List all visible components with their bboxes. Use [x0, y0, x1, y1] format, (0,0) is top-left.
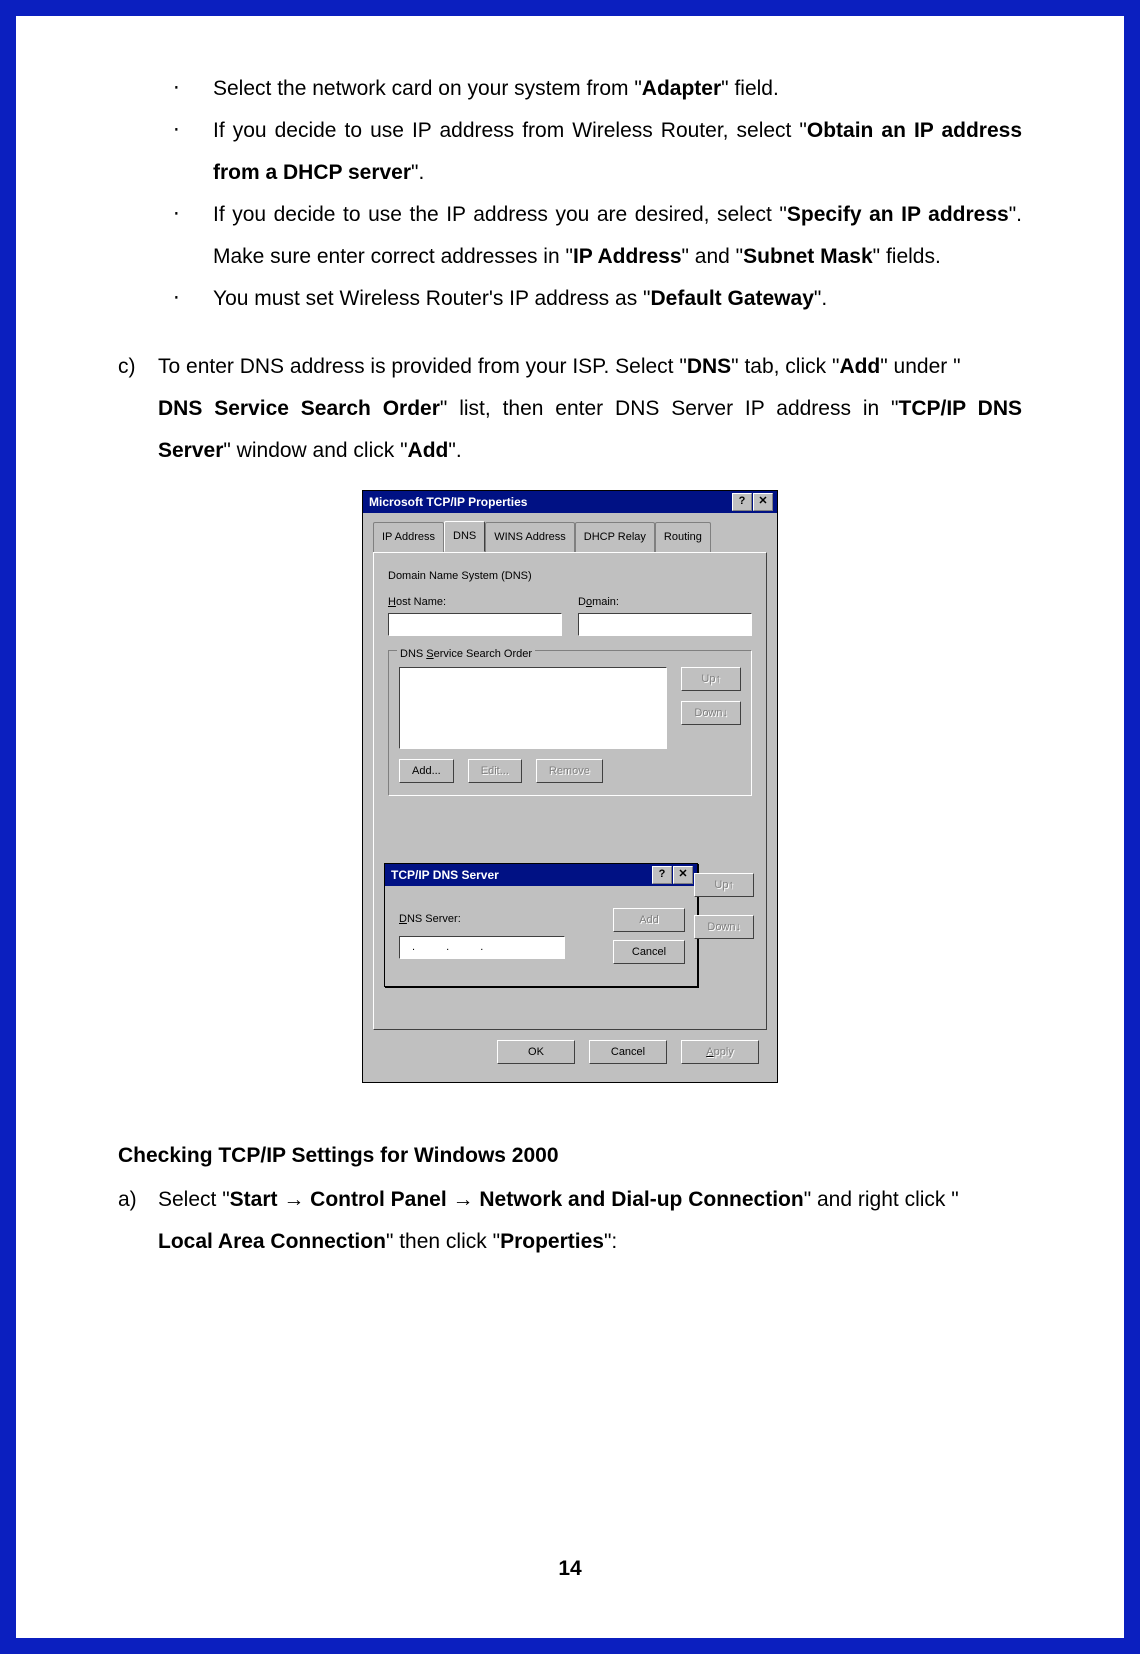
- tab-panel-dns: Domain Name System (DNS) Host Name: Doma…: [373, 552, 767, 1030]
- subdialog-title: TCP/IP DNS Server: [391, 864, 499, 886]
- text: " then click ": [386, 1230, 500, 1253]
- text-bold: Add: [408, 439, 449, 462]
- close-icon[interactable]: ✕: [673, 866, 693, 884]
- text-bold: Specify an IP address: [787, 203, 1009, 226]
- dialog-bottom-buttons: OK Cancel Apply: [373, 1030, 767, 1068]
- text-bold: IP Address: [573, 245, 682, 268]
- text: You must set Wireless Router's IP addres…: [213, 287, 650, 310]
- dialog-title: Microsoft TCP/IP Properties: [369, 491, 527, 513]
- dns-server-label: DNS Server:: [399, 908, 599, 930]
- text-bold: DNS Service Search Order: [158, 397, 440, 420]
- text: Select ": [158, 1188, 230, 1211]
- text: " under ": [880, 355, 960, 378]
- help-icon[interactable]: ?: [652, 866, 672, 884]
- tab-dns[interactable]: DNS: [444, 521, 485, 552]
- text: If you decide to use IP address from Wir…: [213, 119, 807, 142]
- apply-button: Apply: [681, 1040, 759, 1064]
- arrow-icon: →: [283, 1188, 304, 1211]
- bullet-item: If you decide to use IP address from Wir…: [173, 110, 1022, 194]
- tab-dhcp-relay[interactable]: DHCP Relay: [575, 522, 655, 553]
- text: To enter DNS address is provided from yo…: [158, 355, 687, 378]
- text-bold: Adapter: [642, 77, 721, 100]
- ok-button[interactable]: OK: [497, 1040, 575, 1064]
- text: " fields.: [873, 245, 941, 268]
- group-title: DNS Service Search Order: [397, 643, 535, 665]
- text-bold: Network and Dial-up Connection: [474, 1188, 804, 1211]
- page-number: 14: [28, 1557, 1112, 1581]
- sub-cancel-button[interactable]: Cancel: [613, 940, 685, 964]
- dns-search-order-group: DNS Service Search Order Add... Edit... …: [388, 650, 752, 796]
- help-icon[interactable]: ?: [732, 493, 752, 511]
- step-marker: a): [118, 1179, 158, 1221]
- tab-routing[interactable]: Routing: [655, 522, 711, 553]
- host-name-input[interactable]: [388, 613, 562, 636]
- bullet-item: Select the network card on your system f…: [173, 68, 1022, 110]
- dns-section-label: Domain Name System (DNS): [388, 565, 752, 587]
- tcpip-properties-dialog: Microsoft TCP/IP Properties ? ✕ IP Addre…: [362, 490, 778, 1083]
- text: " list, then enter DNS Server IP address…: [440, 397, 899, 420]
- tcpip-dns-server-dialog: TCP/IP DNS Server ? ✕ DNS Server: . . .: [384, 863, 698, 987]
- down-button: Down↓: [681, 701, 741, 725]
- text-bold: Default Gateway: [650, 287, 813, 310]
- step-marker: c): [118, 346, 158, 388]
- tab-wins-address[interactable]: WINS Address: [485, 522, 575, 553]
- step-a: a)Select "Start → Control Panel → Networ…: [118, 1179, 1022, 1263]
- text-bold: Local Area Connection: [158, 1230, 386, 1253]
- domain-input[interactable]: [578, 613, 752, 636]
- arrow-icon: →: [453, 1188, 474, 1211]
- heading-windows-2000: Checking TCP/IP Settings for Windows 200…: [118, 1135, 1022, 1177]
- step-c: c)To enter DNS address is provided from …: [118, 346, 1022, 472]
- text-bold: Add: [839, 355, 880, 378]
- subdialog-titlebar: TCP/IP DNS Server ? ✕: [385, 864, 697, 886]
- text: " tab, click ": [731, 355, 839, 378]
- bullet-item: You must set Wireless Router's IP addres…: [173, 278, 1022, 320]
- text: " window and click ": [223, 439, 407, 462]
- text: If you decide to use the IP address you …: [213, 203, 787, 226]
- tab-strip: IP Address DNS WINS Address DHCP Relay R…: [373, 521, 767, 552]
- text-bold: Start: [230, 1188, 284, 1211]
- text: ".: [448, 439, 461, 462]
- remove-button: Remove: [536, 759, 603, 783]
- dns-server-input[interactable]: . . .: [399, 936, 565, 959]
- text: " and ": [682, 245, 744, 268]
- text-bold: Control Panel: [304, 1188, 452, 1211]
- up-button: Up↑: [681, 667, 741, 691]
- domain-label: Domain:: [578, 591, 752, 613]
- text-bold: Properties: [500, 1230, 604, 1253]
- text-bold: Subnet Mask: [743, 245, 873, 268]
- close-icon[interactable]: ✕: [753, 493, 773, 511]
- cancel-button[interactable]: Cancel: [589, 1040, 667, 1064]
- bullet-item: If you decide to use the IP address you …: [173, 194, 1022, 278]
- edit-button: Edit...: [468, 759, 522, 783]
- sub-add-button[interactable]: Add: [613, 908, 685, 932]
- up-button-2: Up↑: [694, 873, 754, 897]
- add-button[interactable]: Add...: [399, 759, 454, 783]
- tab-ip-address[interactable]: IP Address: [373, 522, 444, 553]
- dialog-titlebar: Microsoft TCP/IP Properties ? ✕: [363, 491, 777, 513]
- text: " and right click ": [804, 1188, 959, 1211]
- host-name-label: Host Name:: [388, 591, 562, 613]
- bullet-list: Select the network card on your system f…: [173, 68, 1022, 320]
- text: ":: [604, 1230, 617, 1253]
- text-bold: DNS: [687, 355, 731, 378]
- text: Select the network card on your system f…: [213, 77, 642, 100]
- text: ".: [814, 287, 827, 310]
- dns-search-order-list[interactable]: [399, 667, 667, 749]
- down-button-2: Down↓: [694, 915, 754, 939]
- text: " field.: [721, 77, 779, 100]
- text: ".: [411, 161, 424, 184]
